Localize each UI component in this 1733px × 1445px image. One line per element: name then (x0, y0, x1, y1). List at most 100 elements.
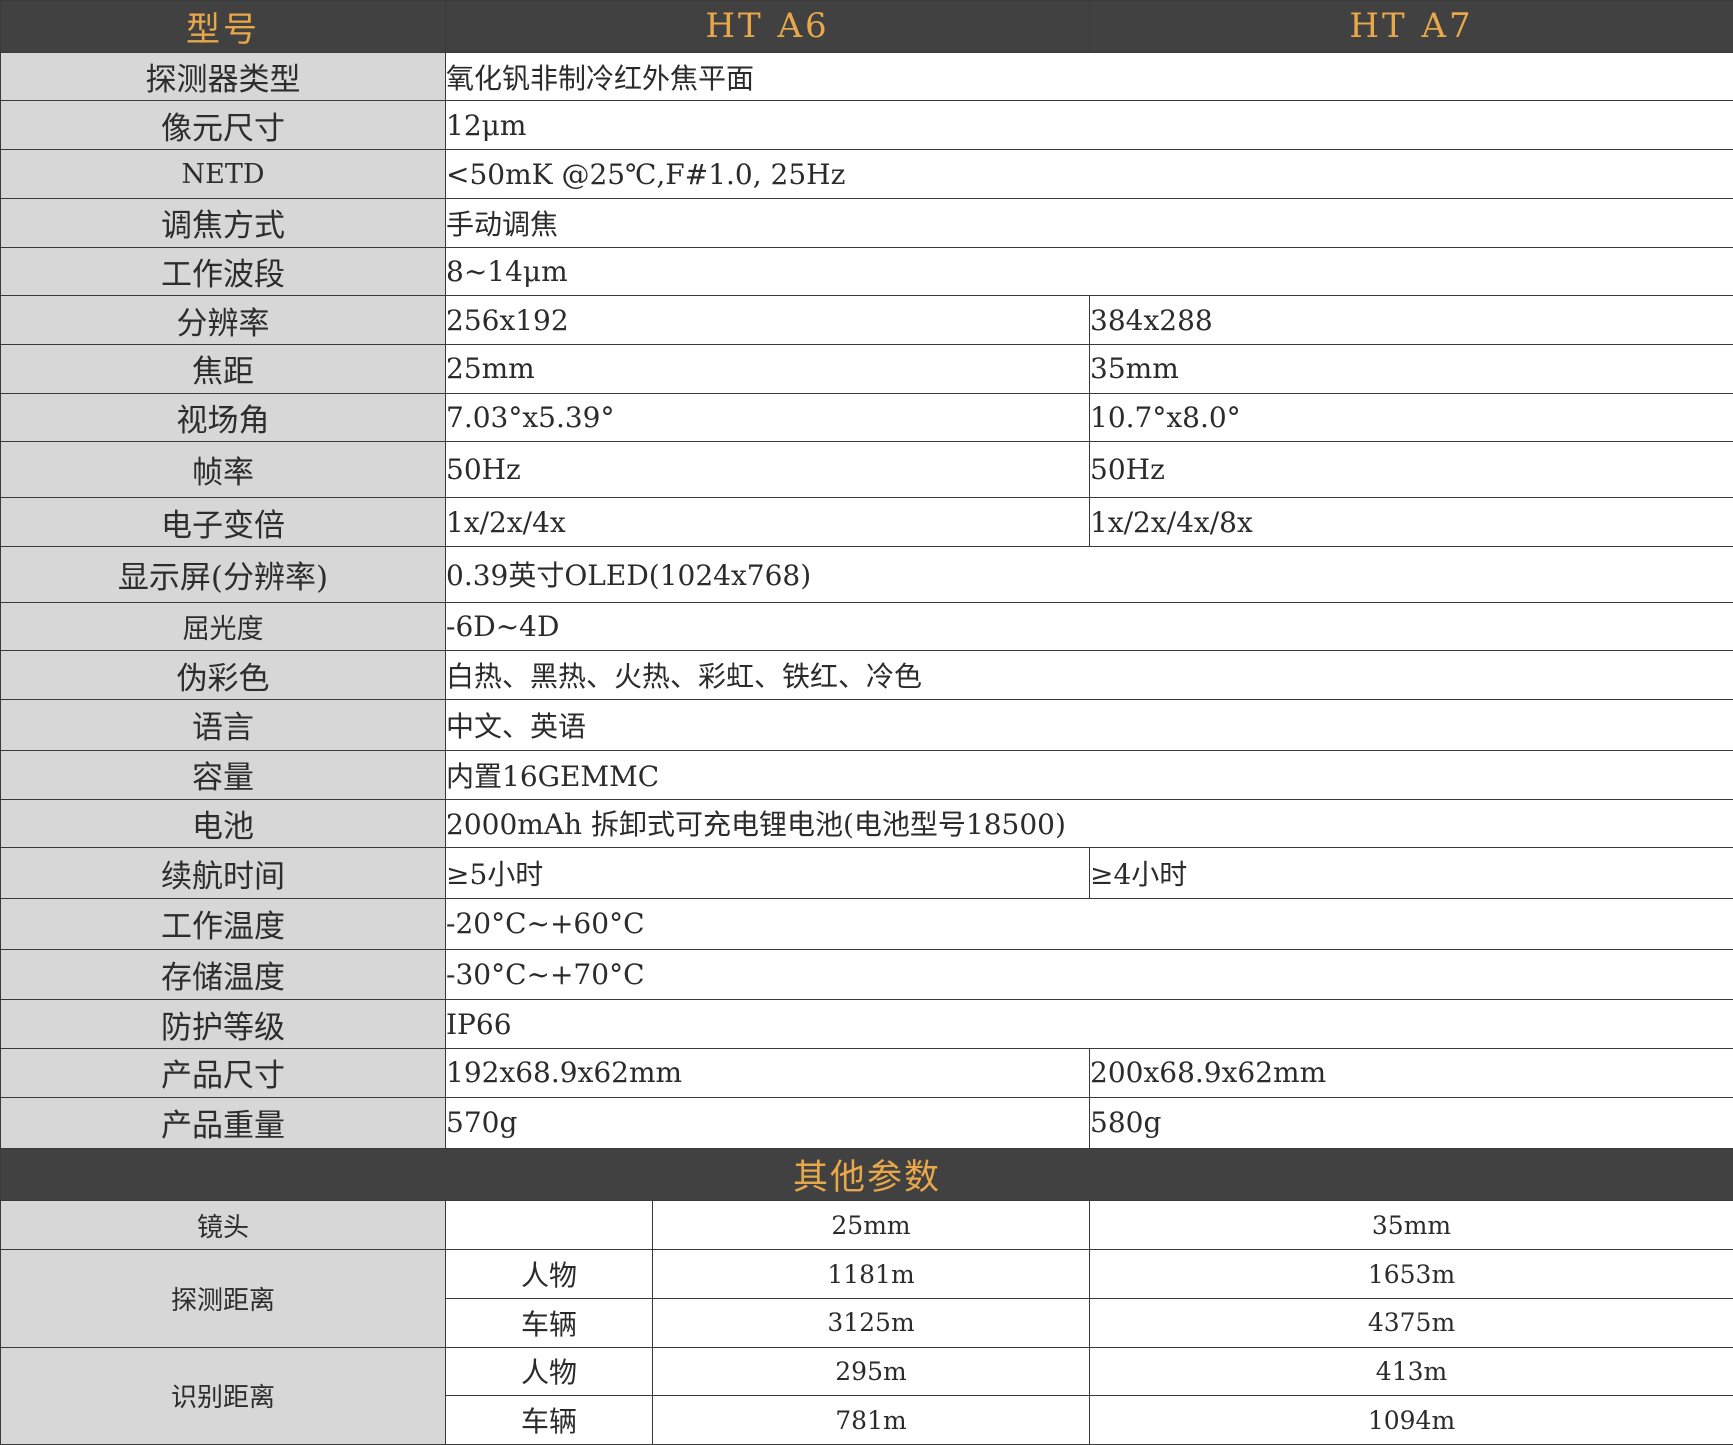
spec-value-a7: 200x68.9x62mm (1089, 1048, 1733, 1098)
spec-value-a7: 1x/2x/4x/8x (1089, 497, 1733, 547)
spec-label: 防护等级 (0, 999, 446, 1050)
recognition-person-a6-value: 295m (651, 1346, 1091, 1397)
spec-value-a6: 50Hz (444, 441, 1091, 499)
spec-row: 显示屏(分辨率) 0.39英寸OLED(1024x768) (0, 545, 1733, 603)
spec-label: 像元尺寸 (0, 100, 446, 151)
spec-label: 工作温度 (0, 897, 446, 950)
spec-row: 存储温度 -30°C~+70°C (0, 948, 1733, 1001)
other-params-title: 其他参数 (0, 1147, 1733, 1202)
detection-vehicle-a6-value: 3125m (651, 1297, 1091, 1348)
spec-label: 产品重量 (0, 1096, 446, 1149)
spec-value-shared: 内置16GEMMC (444, 749, 1733, 800)
spec-value-shared: 氧化钒非制冷红外焦平面 (444, 51, 1733, 102)
spec-value-shared: 8~14μm (444, 246, 1733, 297)
spec-row: 产品重量 570g 580g (0, 1096, 1733, 1149)
lens-label: 镜头 (0, 1200, 446, 1251)
detection-person-label: 人物 (445, 1249, 653, 1299)
recognition-range-label: 识别距离 (0, 1346, 446, 1445)
detection-person-row: 探测距离 人物 1181m 1653m (0, 1249, 1733, 1348)
recognition-vehicle-a6-value: 781m (651, 1395, 1091, 1445)
spec-value-a7: 384x288 (1089, 295, 1733, 345)
lens-blank-cell (445, 1200, 653, 1251)
recognition-vehicle-a7-value: 1094m (1089, 1395, 1733, 1445)
spec-label: 调焦方式 (0, 197, 446, 248)
spec-label: 伪彩色 (0, 650, 446, 701)
spec-row: 工作波段 8~14μm (0, 246, 1733, 297)
spec-row: 帧率 50Hz 50Hz (0, 441, 1733, 499)
spec-label: 帧率 (0, 441, 446, 499)
header-row: 型号 HT A6 HT A7 (0, 0, 1733, 53)
spec-row: 防护等级 IP66 (0, 999, 1733, 1050)
spec-value-a6: 570g (444, 1096, 1091, 1149)
spec-label: 探测器类型 (0, 51, 446, 102)
spec-value-a6: 7.03°x5.39° (444, 392, 1091, 443)
spec-row: 电池 2000mAh 拆卸式可充电锂电池(电池型号18500) (0, 798, 1733, 849)
spec-row: 调焦方式 手动调焦 (0, 197, 1733, 248)
spec-value-shared: -30°C~+70°C (444, 948, 1733, 1001)
detection-vehicle-a7-value: 4375m (1089, 1297, 1733, 1348)
spec-row: 像元尺寸 12μm (0, 100, 1733, 151)
spec-value-a7: 35mm (1089, 343, 1733, 394)
spec-row: NETD <50mK @25℃,F#1.0, 25Hz (0, 149, 1733, 199)
spec-row: 伪彩色 白热、黑热、火热、彩虹、铁红、冷色 (0, 650, 1733, 701)
spec-label: 存储温度 (0, 948, 446, 1001)
spec-label: 语言 (0, 699, 446, 751)
recognition-vehicle-label: 车辆 (445, 1395, 653, 1445)
detection-range-label: 探测距离 (0, 1249, 446, 1348)
detection-person-a6-value: 1181m (651, 1249, 1091, 1299)
spec-value-shared: 12μm (444, 100, 1733, 151)
spec-value-shared: 2000mAh 拆卸式可充电锂电池(电池型号18500) (444, 798, 1733, 849)
spec-row: 产品尺寸 192x68.9x62mm 200x68.9x62mm (0, 1048, 1733, 1098)
lens-row: 镜头 25mm 35mm (0, 1200, 1733, 1251)
spec-label: 电子变倍 (0, 497, 446, 547)
spec-label: 分辨率 (0, 295, 446, 345)
spec-label: 电池 (0, 798, 446, 849)
recognition-person-row: 识别距离 人物 295m 413m (0, 1346, 1733, 1445)
spec-value-a7: 50Hz (1089, 441, 1733, 499)
model-a7-header: HT A7 (1089, 0, 1733, 53)
spec-value-a7: ≥4小时 (1089, 847, 1733, 899)
spec-label: 续航时间 (0, 847, 446, 899)
spec-row: 视场角 7.03°x5.39° 10.7°x8.0° (0, 392, 1733, 443)
model-a6-header: HT A6 (444, 0, 1091, 53)
spec-value-a6: 25mm (444, 343, 1091, 394)
spec-value-shared: <50mK @25℃,F#1.0, 25Hz (444, 149, 1733, 199)
spec-label: 工作波段 (0, 246, 446, 297)
spec-row: 电子变倍 1x/2x/4x 1x/2x/4x/8x (0, 497, 1733, 547)
spec-value-a7: 10.7°x8.0° (1089, 392, 1733, 443)
spec-row: 屈光度 -6D~4D (0, 601, 1733, 652)
recognition-person-label: 人物 (445, 1346, 653, 1397)
spec-table: 型号 HT A6 HT A7 探测器类型 氧化钒非制冷红外焦平面 像元尺寸 12μm N… (0, 0, 1733, 1445)
recognition-person-a7-value: 413m (1089, 1346, 1733, 1397)
spec-row: 焦距 25mm 35mm (0, 343, 1733, 394)
spec-value-shared: 手动调焦 (444, 197, 1733, 248)
spec-label: 焦距 (0, 343, 446, 394)
other-section-row: 其他参数 (0, 1147, 1733, 1202)
spec-value-a6: 1x/2x/4x (444, 497, 1091, 547)
spec-label: 产品尺寸 (0, 1048, 446, 1098)
spec-value-a7: 580g (1089, 1096, 1733, 1149)
spec-label: NETD (0, 149, 446, 199)
spec-value-a6: ≥5小时 (444, 847, 1091, 899)
model-header: 型号 (0, 0, 446, 53)
spec-value-shared: 0.39英寸OLED(1024x768) (444, 545, 1733, 603)
spec-row: 语言 中文、英语 (0, 699, 1733, 751)
lens-a7-value: 35mm (1089, 1200, 1733, 1251)
spec-value-shared: -20°C~+60°C (444, 897, 1733, 950)
spec-label: 显示屏(分辨率) (0, 545, 446, 603)
spec-row: 容量 内置16GEMMC (0, 749, 1733, 800)
spec-value-shared: -6D~4D (444, 601, 1733, 652)
spec-row: 工作温度 -20°C~+60°C (0, 897, 1733, 950)
lens-a6-value: 25mm (651, 1200, 1091, 1251)
spec-label: 视场角 (0, 392, 446, 443)
spec-label: 容量 (0, 749, 446, 800)
detection-vehicle-label: 车辆 (445, 1297, 653, 1348)
spec-row: 续航时间 ≥5小时 ≥4小时 (0, 847, 1733, 899)
spec-row: 分辨率 256x192 384x288 (0, 295, 1733, 345)
detection-person-a7-value: 1653m (1089, 1249, 1733, 1299)
spec-value-a6: 192x68.9x62mm (444, 1048, 1091, 1098)
spec-value-shared: 中文、英语 (444, 699, 1733, 751)
spec-value-a6: 256x192 (444, 295, 1091, 345)
spec-row: 探测器类型 氧化钒非制冷红外焦平面 (0, 51, 1733, 102)
spec-sheet: 型号 HT A6 HT A7 探测器类型 氧化钒非制冷红外焦平面 像元尺寸 12μm N… (0, 0, 1733, 1445)
